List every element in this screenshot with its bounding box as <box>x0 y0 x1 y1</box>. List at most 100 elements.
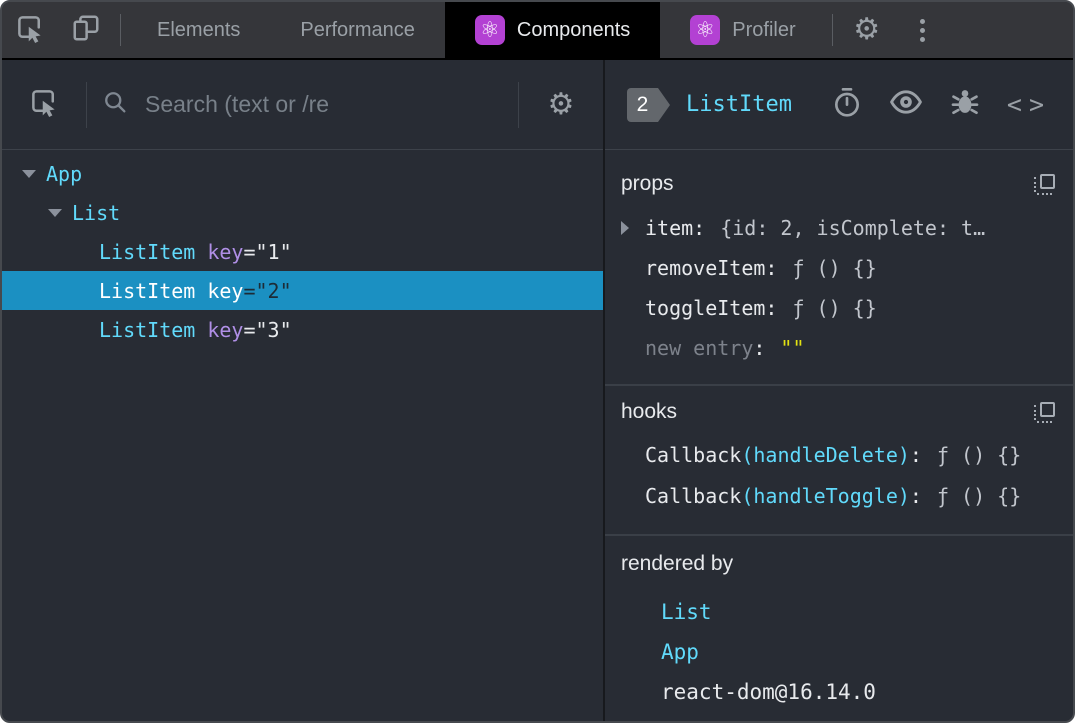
device-toolbar-icon <box>71 13 101 48</box>
gear-icon: ⚙ <box>853 13 881 46</box>
prop-key: toggleItem <box>645 296 766 320</box>
select-element-button[interactable] <box>16 87 72 122</box>
hooks-section-title: hooks <box>621 400 678 423</box>
prop-key: item <box>645 216 694 240</box>
rendered-by-item-reactdom: react-dom@16.14.0 <box>621 672 1055 712</box>
prop-value: ƒ () {} <box>792 296 877 320</box>
tree-item-listitem-3[interactable]: ListItem key ="3" <box>2 310 603 349</box>
hooks-section: hooks Callback (handleDelete): ƒ () {} Ca… <box>605 386 1073 536</box>
devtools-menu-button[interactable] <box>895 2 951 58</box>
prop-key: removeItem <box>645 256 766 280</box>
view-source-button[interactable]: <> <box>1007 90 1051 119</box>
key-value: ="3" <box>243 317 292 342</box>
owner-link[interactable]: App <box>661 640 699 664</box>
separator <box>86 81 87 128</box>
owner-link[interactable]: List <box>661 600 712 624</box>
eye-icon <box>889 85 923 124</box>
props-section-title: props <box>621 172 674 195</box>
prop-row-item[interactable]: item: {id: 2, isComplete: t… <box>621 208 1055 248</box>
key-value: ="1" <box>243 239 292 264</box>
copy-icon[interactable] <box>1034 402 1055 423</box>
component-tree: App List ListItem key ="1" ListItem key … <box>2 150 603 721</box>
bug-icon <box>949 86 981 123</box>
expand-arrow-icon[interactable] <box>22 170 46 178</box>
tab-profiler[interactable]: ⚛ Profiler <box>660 2 825 58</box>
expand-arrow-icon[interactable] <box>621 221 645 235</box>
react-logo-icon: ⚛ <box>690 15 721 45</box>
search-icon <box>101 88 129 121</box>
rendered-by-title: rendered by <box>621 552 734 575</box>
inspect-element-button[interactable] <box>2 2 58 58</box>
inspect-cursor-icon <box>15 13 45 48</box>
prop-row-toggleitem[interactable]: toggleItem: ƒ () {} <box>621 288 1055 328</box>
hook-row-handletoggle[interactable]: Callback (handleToggle): ƒ () {} <box>621 477 1055 514</box>
owners-stack-badge[interactable]: 2 <box>627 87 670 122</box>
suspend-component-button[interactable] <box>831 86 863 123</box>
prop-row-new-entry[interactable]: new entry: "" <box>621 328 1055 368</box>
rendered-by-item-list[interactable]: List <box>621 592 1055 632</box>
search-box <box>101 88 504 121</box>
tree-item-list[interactable]: List <box>2 193 603 232</box>
prop-row-removeitem[interactable]: removeItem: ƒ () {} <box>621 248 1055 288</box>
prop-value: {id: 2, isComplete: t… <box>720 216 986 240</box>
prop-value: ƒ () {} <box>792 256 877 280</box>
key-value: ="2" <box>243 278 292 303</box>
component-name: ListItem <box>99 317 196 342</box>
tab-label: Profiler <box>732 18 796 41</box>
colon: : <box>909 442 922 467</box>
colon: : <box>753 336 766 360</box>
details-pane: 2 ListItem <> props item: {id: 2, isCom… <box>605 60 1073 721</box>
tree-item-app[interactable]: App <box>2 154 603 193</box>
hook-name: Callback <box>645 483 742 508</box>
stopwatch-icon <box>831 86 863 123</box>
devtools-settings-button[interactable]: ⚙ <box>839 2 895 58</box>
tree-item-listitem-2-selected[interactable]: ListItem key ="2" <box>2 271 603 310</box>
rendered-by-section: rendered by List App react-dom@16.14.0 <box>605 536 1073 721</box>
colon: : <box>765 296 778 320</box>
tree-pane: ⚙ App List ListItem key ="1" Li <box>2 60 605 721</box>
colon: : <box>765 256 778 280</box>
gear-icon: ⚙ <box>547 87 575 121</box>
toggle-device-toolbar-button[interactable] <box>58 2 114 58</box>
colon: : <box>693 216 706 240</box>
key-attribute: key <box>207 278 244 303</box>
details-header: 2 ListItem <> <box>605 60 1073 150</box>
tree-settings-button[interactable]: ⚙ <box>533 87 589 121</box>
renderer-version: react-dom@16.14.0 <box>661 680 876 704</box>
components-panel: ⚙ App List ListItem key ="1" Li <box>2 60 1073 721</box>
log-component-button[interactable] <box>949 86 981 123</box>
hook-name: Callback <box>645 442 742 467</box>
search-input[interactable] <box>145 91 504 118</box>
copy-icon[interactable] <box>1034 174 1055 195</box>
component-name: ListItem <box>99 239 196 264</box>
code-brackets-icon: <> <box>1006 90 1051 119</box>
separator <box>831 14 833 46</box>
tab-elements[interactable]: Elements <box>127 2 270 58</box>
key-attribute: key <box>207 239 244 264</box>
tab-performance[interactable]: Performance <box>270 2 445 58</box>
react-logo-icon: ⚛ <box>474 15 505 45</box>
inspect-cursor-icon <box>29 87 59 122</box>
hook-row-handledelete[interactable]: Callback (handleDelete): ƒ () {} <box>621 436 1055 473</box>
component-name: List <box>72 200 121 225</box>
tab-label: Components <box>516 18 631 41</box>
component-name: App <box>46 161 83 186</box>
component-name: ListItem <box>99 278 196 303</box>
props-section: props item: {id: 2, isComplete: t… remov… <box>605 150 1073 386</box>
hook-callback-name: (handleDelete) <box>741 442 910 467</box>
devtools-window: Elements Performance ⚛ Components ⚛ Prof… <box>0 0 1075 723</box>
tree-item-listitem-1[interactable]: ListItem key ="1" <box>2 232 603 271</box>
devtools-tab-bar: Elements Performance ⚛ Components ⚛ Prof… <box>2 2 1073 60</box>
kebab-menu-icon <box>920 18 926 42</box>
tab-components[interactable]: ⚛ Components <box>444 2 661 58</box>
hook-value: ƒ () {} <box>936 442 1022 467</box>
expand-arrow-icon[interactable] <box>48 209 72 217</box>
hook-callback-name: (handleToggle) <box>741 483 910 508</box>
inspect-dom-button[interactable] <box>889 85 923 124</box>
new-entry-field[interactable]: new entry <box>645 336 753 360</box>
selected-component-title: ListItem <box>686 92 792 117</box>
new-entry-value[interactable]: "" <box>780 336 804 360</box>
key-attribute: key <box>207 317 244 342</box>
rendered-by-item-app[interactable]: App <box>621 632 1055 672</box>
separator <box>518 81 519 128</box>
